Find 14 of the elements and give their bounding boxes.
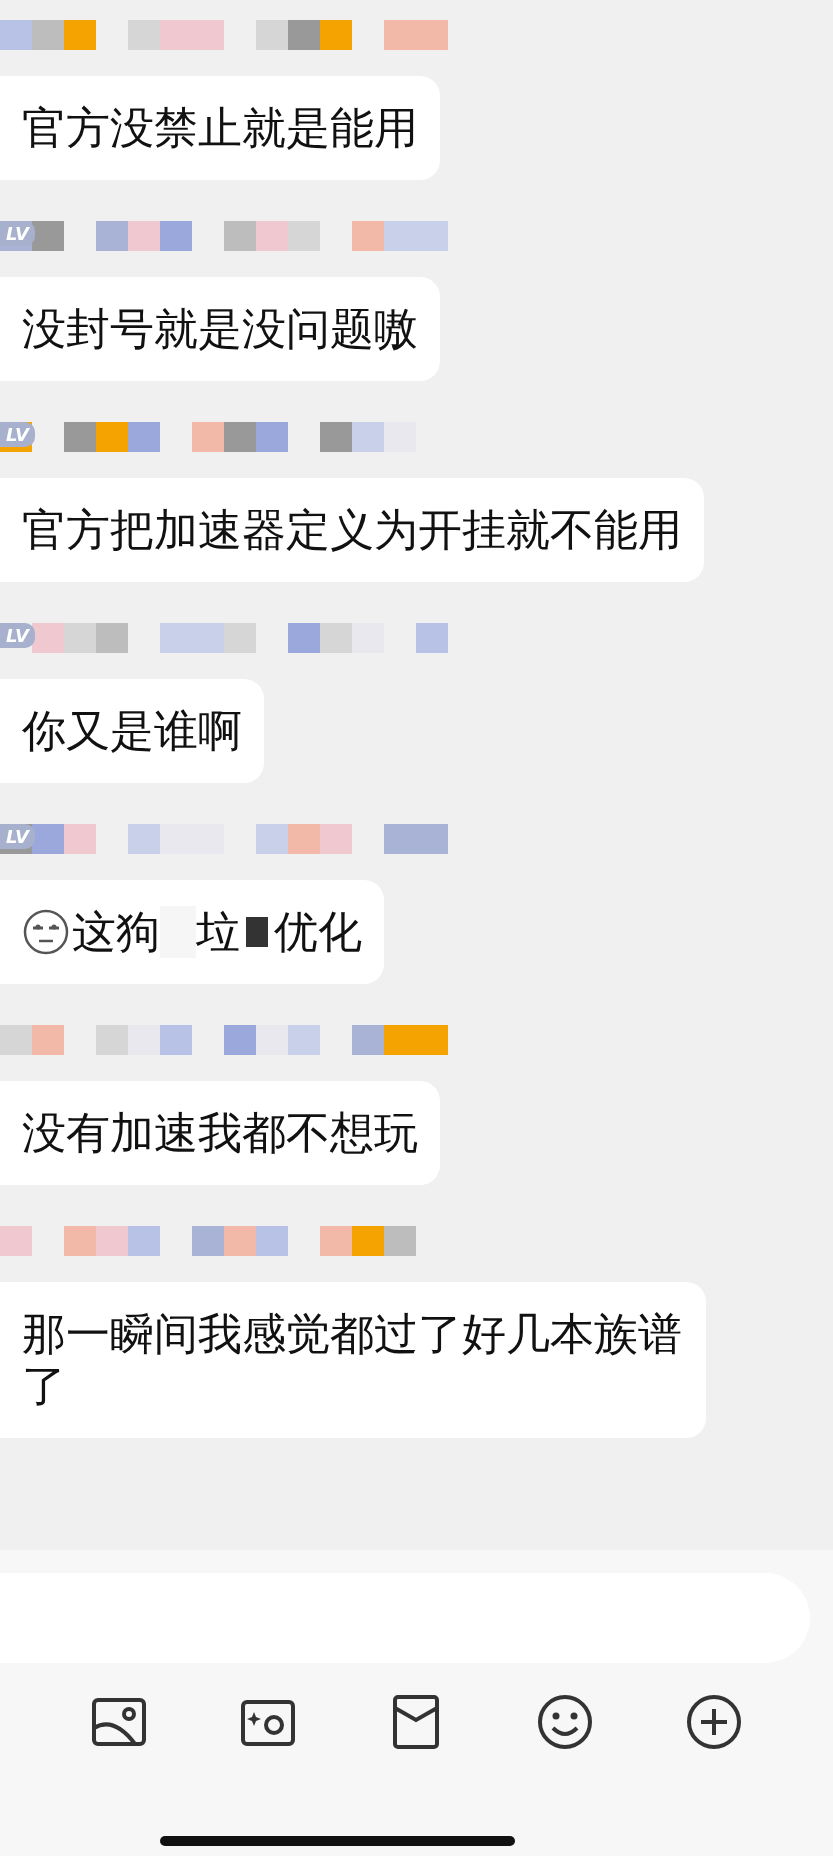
level-badge: LV	[0, 623, 35, 648]
message-text: 你又是谁啊	[22, 705, 242, 757]
message-text: 没有加速我都不想玩	[22, 1107, 418, 1159]
message-text: 官方没禁止就是能用	[22, 102, 418, 154]
message-text: 垃	[196, 906, 240, 958]
message-text: 这狗	[72, 906, 160, 958]
level-badge: LV	[0, 422, 35, 447]
message-text: 官方把加速器定义为开挂就不能用	[22, 504, 682, 556]
message-text: 那一瞬间我感觉都过了好几本族谱了	[22, 1308, 683, 1412]
message-text: 没封号就是没问题嗷	[22, 303, 418, 355]
message-text: 优化	[274, 906, 362, 958]
level-badge: LV	[0, 824, 35, 849]
level-badge: LV	[0, 221, 35, 246]
blackout-mark	[246, 917, 268, 947]
